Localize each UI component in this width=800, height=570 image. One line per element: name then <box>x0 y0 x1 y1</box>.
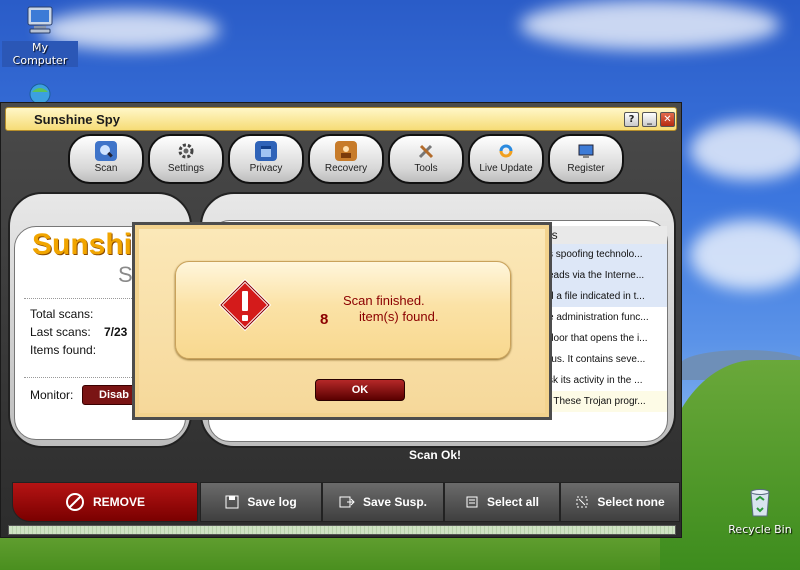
toolbar-register-label: Register <box>567 163 605 174</box>
toolbar-privacy[interactable]: Privacy <box>228 134 304 184</box>
minimize-button[interactable]: _ <box>642 112 657 127</box>
cloud <box>690 120 800 180</box>
window-title: Sunshine Spy <box>34 112 120 127</box>
scan-progress-bar <box>8 525 676 535</box>
toolbar-tools-label: Tools <box>414 163 438 174</box>
save-log-label: Save log <box>247 495 297 509</box>
privacy-icon <box>255 141 277 161</box>
toolbar-scan-label: Scan <box>94 163 118 174</box>
table-row[interactable]: rus. It contains seve... <box>545 349 667 370</box>
select-none-label: Select none <box>597 495 665 509</box>
app-logo-sub: S <box>118 262 133 287</box>
table-row[interactable]: door that opens the i... <box>545 328 667 349</box>
dialog-item-count: 8 <box>320 311 329 328</box>
deselect-icon <box>576 496 588 508</box>
toolbar-live-update[interactable]: Live Update <box>468 134 544 184</box>
desktop-icon-recycle-bin[interactable]: Recycle Bin <box>722 486 798 536</box>
dialog-message-line2: item(s) found. <box>359 309 439 324</box>
ok-button[interactable]: OK <box>315 379 405 401</box>
results-column-header: ls <box>545 226 667 244</box>
gear-icon <box>175 141 197 161</box>
results-list: ls s spoofing technolo... eads via the I… <box>545 226 667 414</box>
last-scans-value: 7/23 <box>104 325 128 339</box>
tools-icon <box>415 141 437 161</box>
remove-button[interactable]: REMOVE <box>12 482 198 522</box>
table-row[interactable]: e administration func... <box>545 307 667 328</box>
select-all-button[interactable]: Select all <box>444 482 560 522</box>
toolbar-settings[interactable]: Settings <box>148 134 224 184</box>
toolbar-recovery-label: Recovery <box>324 163 368 174</box>
save-suspicious-button[interactable]: Save Susp. <box>322 482 444 522</box>
list-icon <box>466 496 478 508</box>
recovery-icon <box>335 141 357 161</box>
desktop-icon-my-computer[interactable]: My Computer <box>2 4 78 67</box>
scan-icon <box>95 141 117 161</box>
my-computer-label: My Computer <box>2 41 78 67</box>
table-row[interactable]: . These Trojan progr... <box>545 391 667 412</box>
last-scans-label: Last scans: <box>30 325 91 339</box>
items-found-label: Items found: <box>30 343 97 357</box>
select-none-button[interactable]: Select none <box>560 482 680 522</box>
toolbar-tools[interactable]: Tools <box>388 134 464 184</box>
cloud <box>520 0 780 50</box>
remove-label: REMOVE <box>92 495 145 509</box>
toolbar-privacy-label: Privacy <box>249 163 283 174</box>
app-logo: Sunshi <box>32 228 133 261</box>
scan-result-dialog: Scan finished. 8 item(s) found. OK <box>132 222 552 420</box>
table-row[interactable]: d a file indicated in t... <box>545 286 667 307</box>
warning-icon <box>219 279 271 331</box>
recycle-bin-icon <box>750 489 770 517</box>
computer-icon <box>27 6 53 34</box>
toolbar-register[interactable]: Register <box>548 134 624 184</box>
select-all-label: Select all <box>486 495 540 509</box>
register-icon <box>575 141 597 161</box>
cloud <box>690 220 800 290</box>
table-row[interactable]: eads via the Interne... <box>545 265 667 286</box>
close-button[interactable]: ✕ <box>660 112 675 127</box>
save-icon <box>225 495 239 509</box>
save-suspicious-label: Save Susp. <box>362 495 428 509</box>
total-scans-label: Total scans: <box>30 307 94 321</box>
toolbar-recovery[interactable]: Recovery <box>308 134 384 184</box>
help-button[interactable]: ? <box>624 112 639 127</box>
update-icon <box>495 141 517 161</box>
no-entry-icon <box>65 493 84 511</box>
recycle-bin-label: Recycle Bin <box>728 523 792 536</box>
status-text: Scan Ok! <box>408 448 462 462</box>
save-log-button[interactable]: Save log <box>200 482 322 522</box>
export-icon <box>339 496 355 508</box>
dialog-body: Scan finished. 8 item(s) found. OK <box>139 229 545 413</box>
toolbar-scan[interactable]: Scan <box>68 134 144 184</box>
monitor-label: Monitor: <box>30 388 74 402</box>
dialog-message-line1: Scan finished. <box>343 293 425 308</box>
table-row[interactable]: sk its activity in the ... <box>545 370 667 391</box>
toolbar-live-update-label: Live Update <box>479 163 533 174</box>
toolbar-settings-label: Settings <box>167 163 205 174</box>
table-row[interactable]: s spoofing technolo... <box>545 244 667 265</box>
action-bar: REMOVE Save log Save Susp. Select all Se… <box>8 482 680 522</box>
title-bar[interactable]: Sunshine Spy ? _ ✕ <box>5 107 677 131</box>
